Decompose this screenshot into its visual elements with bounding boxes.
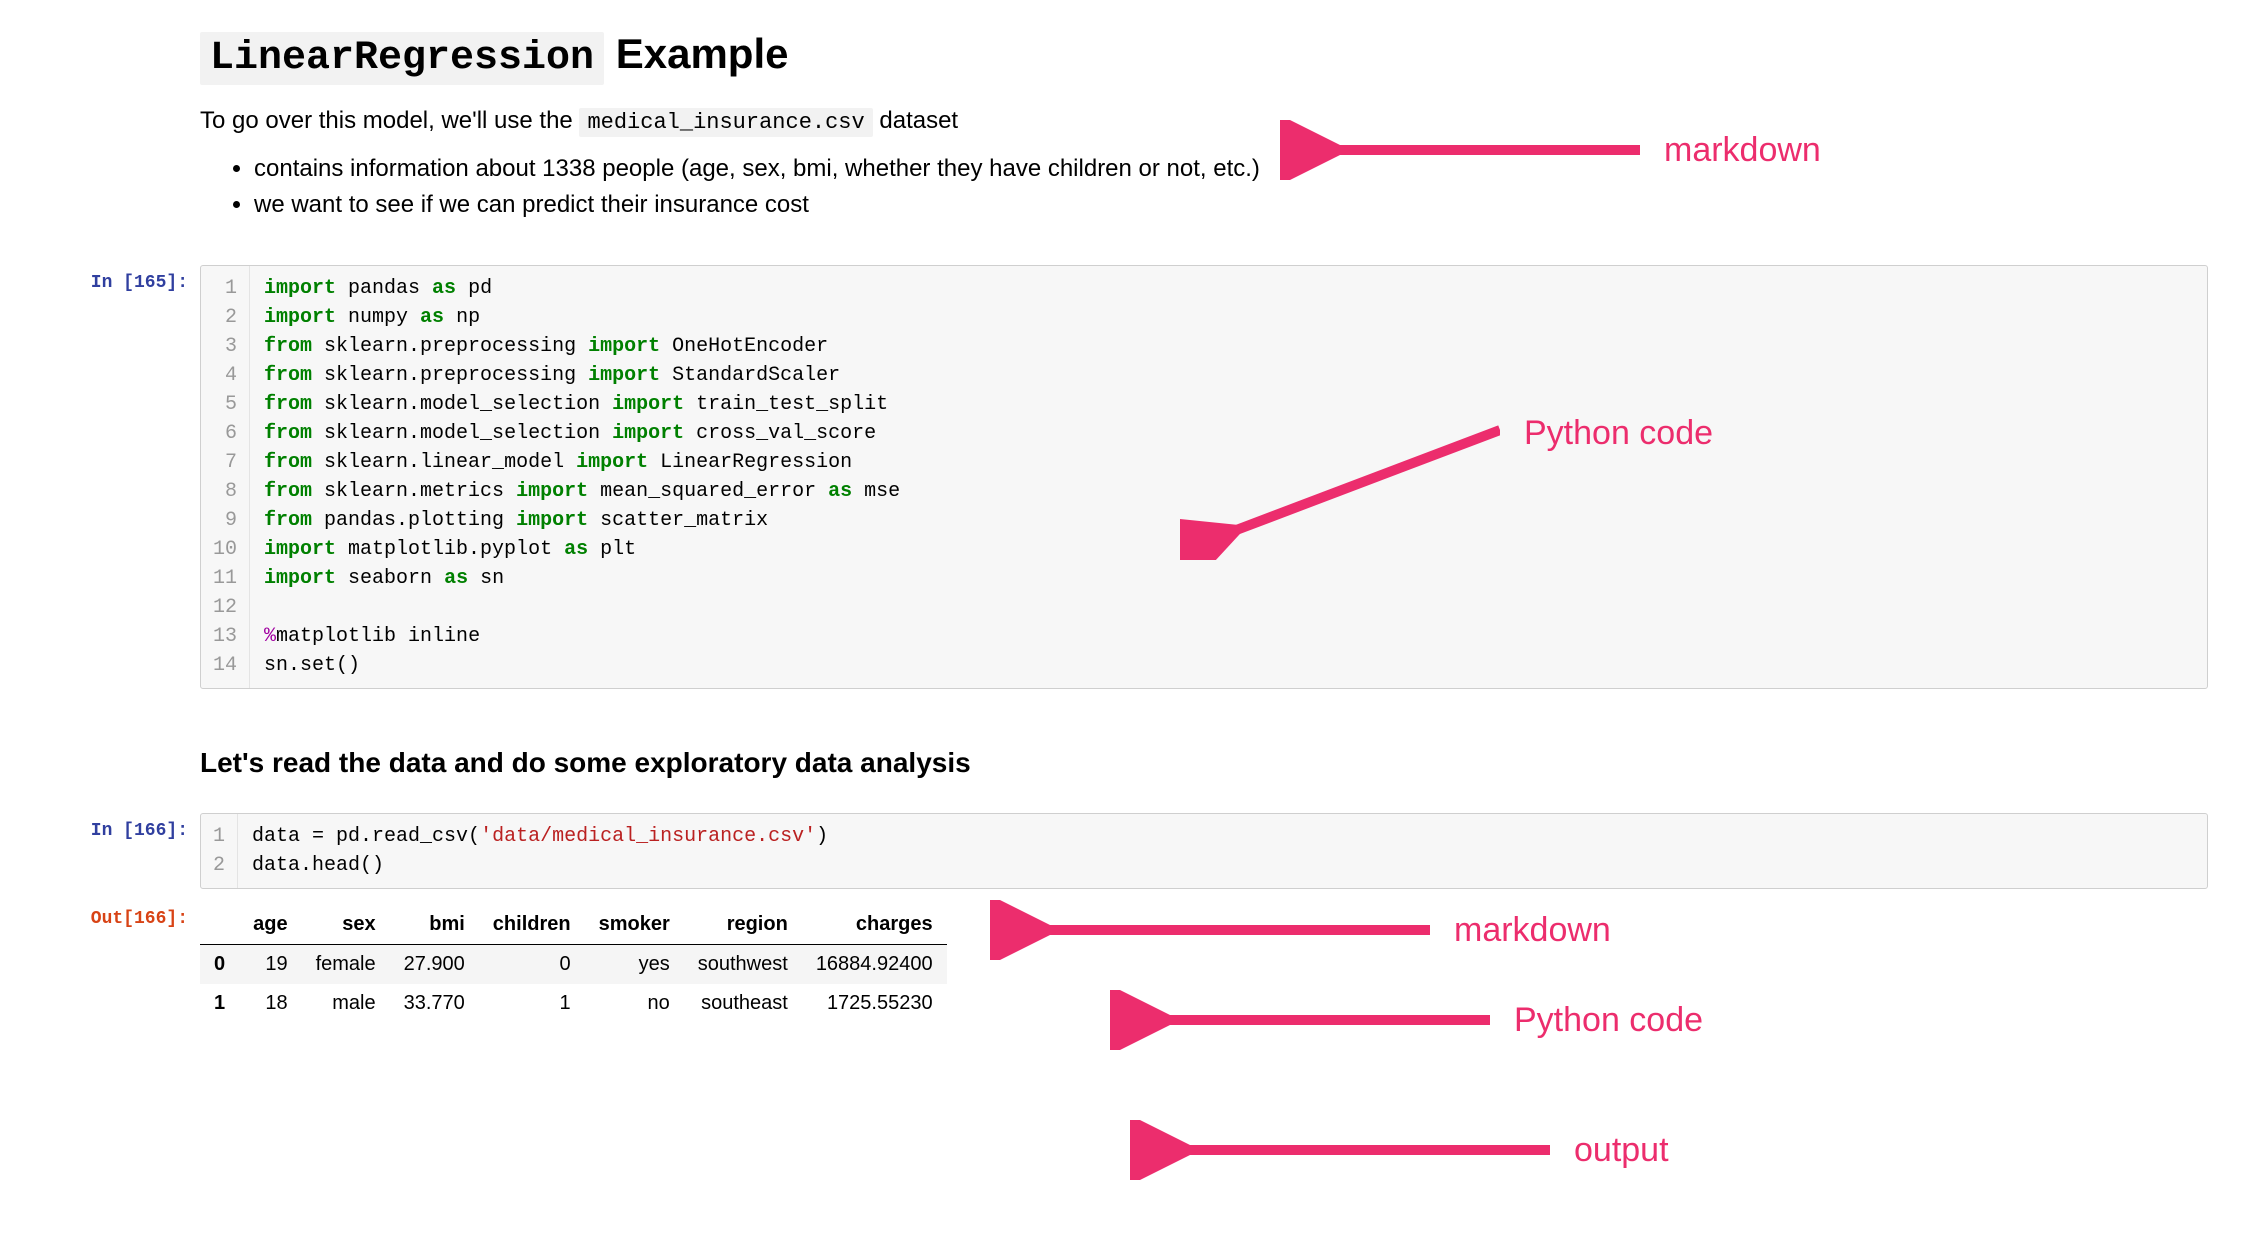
input-prompt: In [165]:: [40, 265, 200, 293]
table-column-header: age: [239, 905, 301, 945]
intro-post: dataset: [873, 107, 958, 134]
annotation-output: output: [1130, 1120, 1669, 1180]
table-column-header: smoker: [585, 905, 684, 945]
notebook-page: LinearRegression Example To go over this…: [0, 0, 2248, 1075]
table-row: 019female27.9000yessouthwest16884.92400: [200, 945, 947, 985]
output-body: agesexbmichildrensmokerregioncharges 019…: [200, 901, 2208, 1023]
table-cell: 0: [479, 945, 585, 985]
table-cell: 1725.55230: [802, 984, 947, 1023]
table-cell: 19: [239, 945, 301, 985]
prompt-empty: [40, 701, 200, 709]
page-title: LinearRegression Example: [200, 30, 2208, 81]
title-rest: Example: [604, 30, 788, 77]
table-column-header: bmi: [390, 905, 479, 945]
intro-pre: To go over this model, we'll use the: [200, 107, 579, 134]
table-cell: no: [585, 984, 684, 1023]
section-heading: Let's read the data and do some explorat…: [200, 747, 2208, 779]
table-cell: 27.900: [390, 945, 479, 985]
arrow-icon: [1130, 1120, 1550, 1180]
markdown-body-2: Let's read the data and do some explorat…: [200, 701, 2208, 801]
code-cell-1[interactable]: In [165]: 1234567891011121314 import pan…: [40, 265, 2208, 689]
table-header-row: agesexbmichildrensmokerregioncharges: [200, 905, 947, 945]
table-column-header: children: [479, 905, 585, 945]
annotation-label: output: [1574, 1131, 1669, 1170]
table-row: 118male33.7701nosoutheast1725.55230: [200, 984, 947, 1023]
bullet-item: we want to see if we can predict their i…: [254, 191, 2208, 219]
line-gutter: 12: [201, 814, 238, 888]
table-cell: female: [302, 945, 390, 985]
bullet-list: contains information about 1338 people (…: [230, 155, 2208, 219]
input-prompt: In [166]:: [40, 813, 200, 841]
intro-line: To go over this model, we'll use the med…: [200, 107, 2208, 135]
table-cell: southwest: [684, 945, 802, 985]
output-prompt: Out[166]:: [40, 901, 200, 929]
line-gutter: 1234567891011121314: [201, 266, 250, 688]
table-cell: 16884.92400: [802, 945, 947, 985]
table-cell: male: [302, 984, 390, 1023]
table-cell: 33.770: [390, 984, 479, 1023]
markdown-body-1: LinearRegression Example To go over this…: [200, 20, 2208, 253]
table-column-header: region: [684, 905, 802, 945]
code-block[interactable]: import pandas as pdimport numpy as npfro…: [250, 266, 914, 688]
table-cell: 1: [479, 984, 585, 1023]
markdown-cell-2: Let's read the data and do some explorat…: [40, 701, 2208, 801]
code-area[interactable]: 12 data = pd.read_csv('data/medical_insu…: [200, 813, 2208, 889]
code-area[interactable]: 1234567891011121314 import pandas as pdi…: [200, 265, 2208, 689]
intro-code: medical_insurance.csv: [579, 108, 872, 137]
code-cell-2[interactable]: In [166]: 12 data = pd.read_csv('data/me…: [40, 813, 2208, 889]
code-block[interactable]: data = pd.read_csv('data/medical_insuran…: [238, 814, 842, 888]
code-body-2: 12 data = pd.read_csv('data/medical_insu…: [200, 813, 2208, 889]
row-index: 0: [200, 945, 239, 985]
code-body-1: 1234567891011121314 import pandas as pdi…: [200, 265, 2208, 689]
table-body: 019female27.9000yessouthwest16884.924001…: [200, 945, 947, 1024]
table-cell: southeast: [684, 984, 802, 1023]
table-cell: yes: [585, 945, 684, 985]
row-index: 1: [200, 984, 239, 1023]
table-column-header: charges: [802, 905, 947, 945]
table-column-header: sex: [302, 905, 390, 945]
output-cell-1: Out[166]: agesexbmichildrensmokerregionc…: [40, 901, 2208, 1023]
dataframe-table: agesexbmichildrensmokerregioncharges 019…: [200, 905, 947, 1023]
table-cell: 18: [239, 984, 301, 1023]
prompt-empty: [40, 20, 200, 28]
bullet-item: contains information about 1338 people (…: [254, 155, 2208, 183]
title-code: LinearRegression: [200, 32, 604, 85]
markdown-cell-1: LinearRegression Example To go over this…: [40, 20, 2208, 253]
